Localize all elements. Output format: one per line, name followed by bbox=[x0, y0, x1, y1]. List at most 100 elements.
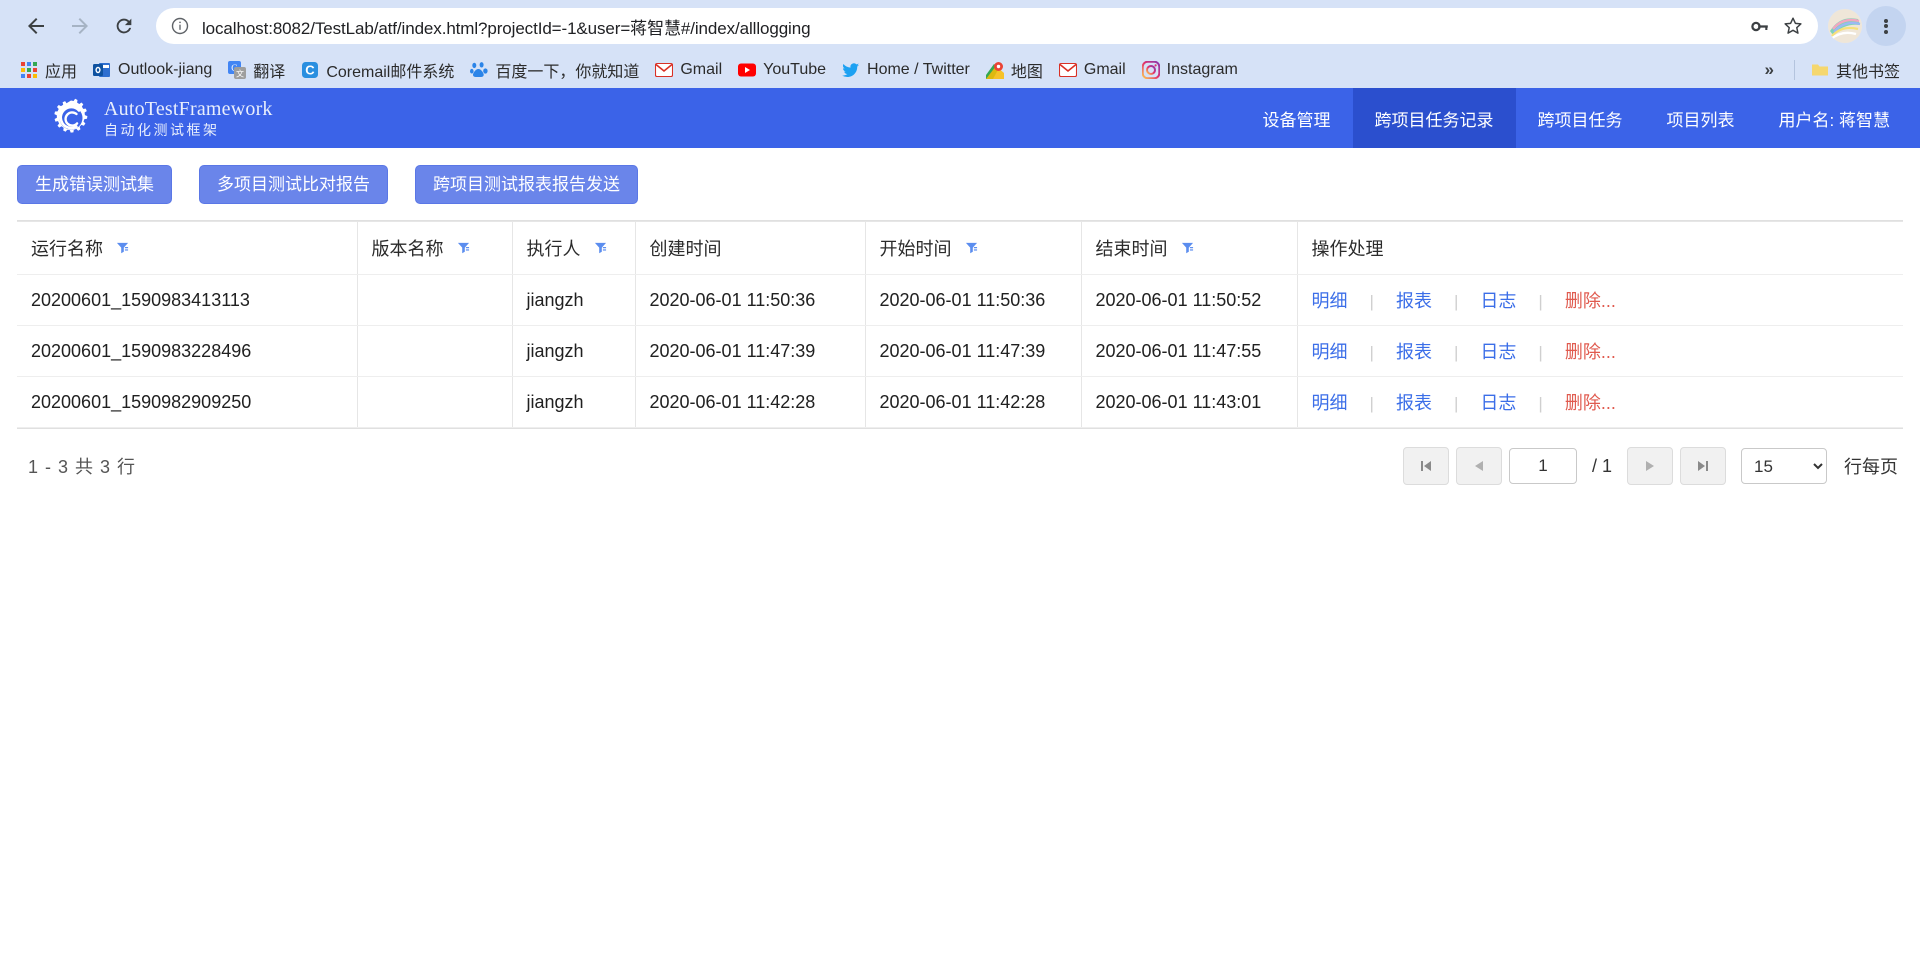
cell-start-time: 2020-06-01 11:42:28 bbox=[865, 377, 1081, 428]
generate-error-testset-button[interactable]: 生成错误测试集 bbox=[17, 165, 172, 204]
prev-page-button[interactable] bbox=[1456, 447, 1502, 485]
bookmark-apps[interactable]: 应用 bbox=[12, 56, 85, 84]
action-report[interactable]: 报表 bbox=[1396, 291, 1432, 311]
action-delete[interactable]: 删除... bbox=[1565, 291, 1616, 311]
column-header-executor[interactable]: 执行人 bbox=[512, 222, 635, 275]
address-bar[interactable]: localhost:8082/TestLab/atf/index.html?pr… bbox=[156, 8, 1818, 44]
cell-operations: 明细 | 报表 | 日志 | 删除... bbox=[1297, 275, 1903, 326]
bookmarks-divider bbox=[1794, 60, 1795, 80]
cell-create-time: 2020-06-01 11:42:28 bbox=[635, 377, 865, 428]
cell-end-time: 2020-06-01 11:43:01 bbox=[1081, 377, 1297, 428]
filter-icon[interactable] bbox=[1181, 238, 1194, 259]
nav-item-device-management[interactable]: 设备管理 bbox=[1241, 88, 1353, 148]
bookmark-label: Gmail bbox=[680, 61, 722, 79]
app-nav: 设备管理 跨项目任务记录 跨项目任务 项目列表 用户名: 蒋智慧 bbox=[1241, 88, 1920, 148]
cell-create-time: 2020-06-01 11:50:36 bbox=[635, 275, 865, 326]
other-bookmarks-label: 其他书签 bbox=[1836, 58, 1900, 82]
bookmark-youtube[interactable]: YouTube bbox=[730, 56, 834, 84]
column-header-run-name[interactable]: 运行名称 bbox=[17, 222, 357, 275]
column-header-version-name[interactable]: 版本名称 bbox=[357, 222, 512, 275]
nav-item-cross-project-task-records[interactable]: 跨项目任务记录 bbox=[1353, 88, 1516, 148]
svg-text:C: C bbox=[306, 63, 316, 78]
column-label: 操作处理 bbox=[1312, 239, 1384, 259]
cross-project-report-send-button[interactable]: 跨项目测试报表报告发送 bbox=[415, 165, 638, 204]
action-separator: | bbox=[1437, 343, 1475, 362]
back-button[interactable] bbox=[14, 4, 58, 48]
filter-icon[interactable] bbox=[594, 238, 607, 259]
column-header-create-time[interactable]: 创建时间 bbox=[635, 222, 865, 275]
action-log[interactable]: 日志 bbox=[1480, 291, 1516, 311]
bookmark-outlook-jiang[interactable]: Outlook-jiang bbox=[85, 56, 220, 84]
cell-operations: 明细 | 报表 | 日志 | 删除... bbox=[1297, 326, 1903, 377]
bookmark-label: Home / Twitter bbox=[867, 61, 970, 79]
reload-button[interactable] bbox=[102, 4, 146, 48]
action-separator: | bbox=[1521, 343, 1559, 362]
bookmark-coremail[interactable]: C Coremail邮件系统 bbox=[293, 56, 462, 84]
bookmarks-bar: 应用 Outlook-jiang G 文 bbox=[0, 52, 1920, 88]
bookmark-gmail-1[interactable]: Gmail bbox=[647, 56, 730, 84]
forward-button[interactable] bbox=[58, 4, 102, 48]
page-size-label: 行每页 bbox=[1844, 453, 1898, 479]
table-row: 20200601_1590983228496 jiangzh 2020-06-0… bbox=[17, 326, 1903, 377]
url-text[interactable]: localhost:8082/TestLab/atf/index.html?pr… bbox=[202, 14, 1742, 39]
multi-project-compare-report-button[interactable]: 多项目测试比对报告 bbox=[199, 165, 388, 204]
action-detail[interactable]: 明细 bbox=[1312, 393, 1348, 413]
nav-item-cross-project-task[interactable]: 跨项目任务 bbox=[1516, 88, 1645, 148]
action-report[interactable]: 报表 bbox=[1396, 393, 1432, 413]
page-number-input[interactable] bbox=[1509, 448, 1577, 484]
cell-version-name bbox=[357, 326, 512, 377]
cell-executor: jiangzh bbox=[512, 377, 635, 428]
pagination: / 1 153050100 行每页 bbox=[1403, 447, 1898, 485]
bookmark-star-icon[interactable] bbox=[1776, 9, 1810, 43]
bookmark-baidu[interactable]: 百度一下，你就知道 bbox=[462, 56, 647, 84]
bookmark-translate[interactable]: G 文 翻译 bbox=[220, 56, 293, 84]
nav-item-project-list[interactable]: 项目列表 bbox=[1645, 88, 1757, 148]
prev-page-icon bbox=[1471, 458, 1487, 474]
google-translate-icon: G 文 bbox=[228, 61, 246, 79]
other-bookmarks-button[interactable]: 其他书签 bbox=[1803, 56, 1908, 84]
filter-icon[interactable] bbox=[457, 238, 470, 259]
gear-logo-icon bbox=[50, 97, 92, 139]
table-row: 20200601_1590982909250 jiangzh 2020-06-0… bbox=[17, 377, 1903, 428]
bookmark-label: 应用 bbox=[45, 58, 77, 82]
bookmarks-overflow-button[interactable]: » bbox=[1753, 60, 1786, 80]
filter-icon[interactable] bbox=[965, 238, 978, 259]
brand[interactable]: AutoTestFramework 自动化测试框架 bbox=[50, 97, 273, 139]
bookmark-maps[interactable]: 地图 bbox=[978, 56, 1051, 84]
action-separator: | bbox=[1437, 292, 1475, 311]
cell-version-name bbox=[357, 275, 512, 326]
cell-start-time: 2020-06-01 11:50:36 bbox=[865, 275, 1081, 326]
password-key-icon[interactable] bbox=[1742, 9, 1776, 43]
first-page-icon bbox=[1418, 458, 1434, 474]
action-report[interactable]: 报表 bbox=[1396, 342, 1432, 362]
cell-executor: jiangzh bbox=[512, 326, 635, 377]
bookmarks-overflow: » 其他书签 bbox=[1753, 56, 1908, 84]
action-log[interactable]: 日志 bbox=[1480, 393, 1516, 413]
page-size-select[interactable]: 153050100 bbox=[1741, 448, 1827, 484]
brand-subtitle: 自动化测试框架 bbox=[104, 123, 273, 137]
current-user-label[interactable]: 用户名: 蒋智慧 bbox=[1757, 88, 1920, 148]
bookmark-instagram[interactable]: Instagram bbox=[1134, 56, 1246, 84]
column-header-end-time[interactable]: 结束时间 bbox=[1081, 222, 1297, 275]
action-separator: | bbox=[1437, 394, 1475, 413]
action-delete[interactable]: 删除... bbox=[1565, 393, 1616, 413]
bookmark-twitter[interactable]: Home / Twitter bbox=[834, 56, 978, 84]
filter-icon[interactable] bbox=[116, 238, 129, 259]
last-page-button[interactable] bbox=[1680, 447, 1726, 485]
cell-version-name bbox=[357, 377, 512, 428]
first-page-button[interactable] bbox=[1403, 447, 1449, 485]
profile-avatar[interactable] bbox=[1828, 9, 1862, 43]
action-detail[interactable]: 明细 bbox=[1312, 291, 1348, 311]
bookmark-gmail-2[interactable]: Gmail bbox=[1051, 56, 1134, 84]
column-header-start-time[interactable]: 开始时间 bbox=[865, 222, 1081, 275]
table-row: 20200601_1590983413113 jiangzh 2020-06-0… bbox=[17, 275, 1903, 326]
action-delete[interactable]: 删除... bbox=[1565, 342, 1616, 362]
browser-menu-button[interactable] bbox=[1866, 6, 1906, 46]
site-info-icon[interactable] bbox=[170, 16, 190, 36]
action-log[interactable]: 日志 bbox=[1480, 342, 1516, 362]
youtube-icon bbox=[738, 61, 756, 79]
bookmark-label: 地图 bbox=[1011, 58, 1043, 82]
next-page-button[interactable] bbox=[1627, 447, 1673, 485]
action-detail[interactable]: 明细 bbox=[1312, 342, 1348, 362]
table-header-row: 运行名称 版本名称 执行人 bbox=[17, 222, 1903, 275]
